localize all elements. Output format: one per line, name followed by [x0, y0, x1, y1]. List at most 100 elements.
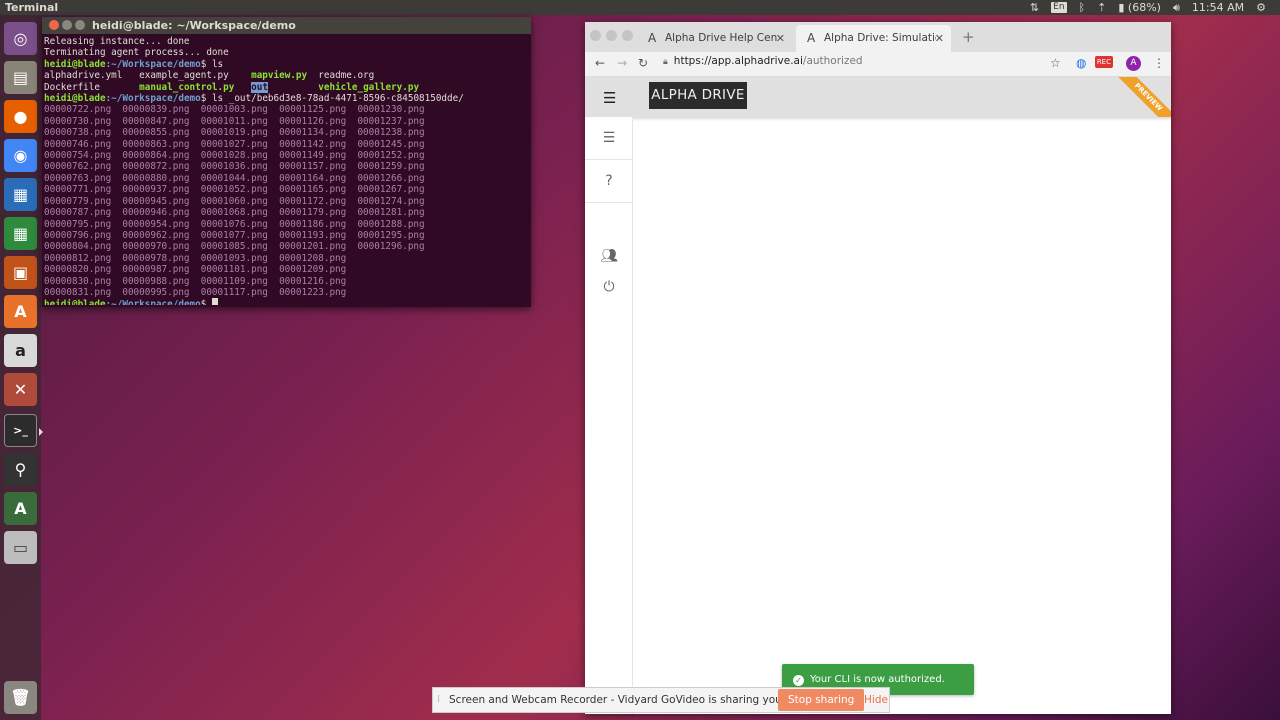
libreoffice-writer-icon[interactable]: ▦ [4, 178, 37, 211]
maximize-icon[interactable] [622, 30, 633, 41]
drag-handle-icon[interactable]: ⁞ [437, 688, 440, 712]
rail-divider [585, 202, 632, 203]
terminal-titlebar[interactable]: heidi@blade: ~/Workspace/demo [42, 17, 531, 34]
menu-kebab-icon[interactable]: ⋮ [1153, 56, 1165, 70]
terminal-output[interactable]: Releasing instance... done Terminating ag… [44, 36, 528, 305]
file-entry: alphadrive.yml [44, 70, 140, 82]
terminal-line: 00000754.png 00000864.png 00001028.png 0… [44, 150, 528, 161]
hide-button[interactable]: Hide [864, 688, 888, 712]
power-icon[interactable]: ⏻ [597, 279, 621, 295]
terminal-line: heidi@blade:~/Workspace/demo$ ls _out/be… [44, 93, 528, 104]
people-icon[interactable]: 👥︎ [597, 248, 621, 264]
command-text: ls _out/beb6d3e8-78ad-4471-8596-c8450815… [206, 93, 464, 105]
back-icon[interactable]: ← [595, 56, 605, 70]
terminal-icon[interactable]: >_ [4, 414, 37, 447]
maximize-icon[interactable] [75, 20, 85, 30]
list-icon[interactable]: ☰ [597, 130, 621, 146]
stop-sharing-button[interactable]: Stop sharing [778, 689, 865, 711]
check-icon: ✓ [793, 675, 804, 686]
system-settings-icon[interactable]: ✕ [4, 373, 37, 406]
indicator-area: ⇅ En ᛒ ⇡ ▮ (68%) 🔊︎ 11:54 AM ⚙ [1030, 0, 1266, 15]
terminal-line: 00000722.png 00000839.png 00001003.png 0… [44, 104, 528, 115]
terminal-window[interactable]: heidi@blade: ~/Workspace/demo Releasing … [42, 17, 531, 307]
png-listing-row: 00000746.png 00000863.png 00001027.png 0… [44, 138, 425, 150]
file-entry: example_agent.py [139, 70, 252, 82]
hamburger-menu-icon[interactable]: ☰ [603, 89, 616, 107]
terminal-line: 00000771.png 00000937.png 00001052.png 0… [44, 184, 528, 195]
keyboard-indicator[interactable]: En [1051, 2, 1067, 13]
terminal-line: alphadrive.yml example_agent.py mapview.… [44, 70, 528, 81]
dropbox-icon[interactable]: ⇅ [1030, 0, 1039, 15]
app-logo[interactable]: ALPHA DRIVE [649, 82, 747, 109]
png-listing-row: 00000830.png 00000988.png 00001109.png 0… [44, 275, 347, 287]
toast-message: Your CLI is now authorized. [810, 674, 945, 685]
battery-percent: (68%) [1127, 1, 1161, 14]
terminal-line: heidi@blade:~/Workspace/demo$ [44, 298, 528, 305]
png-listing-row: 00000730.png 00000847.png 00001011.png 0… [44, 115, 425, 127]
settings-gear-icon[interactable]: ⚙ [1256, 0, 1266, 15]
rec-extension-icon[interactable]: REC [1094, 56, 1113, 68]
png-listing-row: 00000812.png 00000978.png 00001093.png 0… [44, 252, 347, 264]
file-entry: readme.org [318, 70, 375, 82]
terminal-line: 00000787.png 00000946.png 00001068.png 0… [44, 207, 528, 218]
clock[interactable]: 11:54 AM [1192, 0, 1244, 15]
profile-avatar[interactable]: A [1126, 56, 1141, 71]
terminal-line: 00000820.png 00000987.png 00001101.png 0… [44, 264, 528, 275]
amazon-icon[interactable]: a [4, 334, 37, 367]
battery-indicator[interactable]: ▮ (68%) [1118, 0, 1161, 15]
terminal-line: Releasing instance... done [44, 36, 528, 47]
close-icon[interactable] [49, 20, 59, 30]
new-tab-icon[interactable]: + [962, 28, 975, 46]
wifi-icon[interactable]: ⇡ [1097, 0, 1106, 15]
terminal-line: Terminating agent process... done [44, 47, 528, 58]
launcher: ◎ ▤ ● ◉ ▦ ▦ ▣ A a ✕ >_ ⚲ A ▭ 🗑︎ [0, 15, 41, 720]
browser-window[interactable]: A Alpha Drive Help Center ✕ A Alpha Driv… [585, 22, 1171, 714]
firefox-icon[interactable]: ● [4, 100, 37, 133]
prompt-user: heidi@blade [44, 299, 106, 305]
chrome-icon[interactable]: ◉ [4, 139, 37, 172]
url-path: /authorized [802, 55, 863, 67]
minimize-icon[interactable] [606, 30, 617, 41]
ubuntu-dash-icon[interactable]: ◎ [4, 22, 37, 55]
trash-icon[interactable]: 🗑︎ [4, 681, 37, 714]
prompt-user: heidi@blade [44, 93, 106, 105]
bluetooth-icon[interactable]: ᛒ [1079, 0, 1086, 15]
tab-close-icon[interactable]: ✕ [776, 25, 785, 52]
drive-icon[interactable]: ▭ [4, 531, 37, 564]
terminal-line: heidi@blade:~/Workspace/demo$ ls [44, 59, 528, 70]
libreoffice-impress-icon[interactable]: ▣ [4, 256, 37, 289]
minimize-icon[interactable] [62, 20, 72, 30]
png-listing-row: 00000771.png 00000937.png 00001052.png 0… [44, 184, 425, 196]
extension-icon[interactable]: ◍ [1076, 56, 1086, 70]
help-icon[interactable]: ? [597, 173, 621, 189]
side-rail: ☰ ? 👥︎ ⏻ [585, 117, 633, 714]
reload-icon[interactable]: ↻ [638, 56, 648, 70]
terminal-line: 00000762.png 00000872.png 00001036.png 0… [44, 161, 528, 172]
directory-entry: out [251, 81, 268, 93]
tab-simulation[interactable]: A Alpha Drive: Simulation a ✕ [796, 25, 951, 52]
url-host: https://app.alphadrive.ai [673, 55, 803, 67]
address-bar[interactable]: 🔒︎ https://app.alphadrive.ai/authorized [663, 55, 863, 67]
output-text: Releasing instance... done [44, 36, 190, 47]
software-center-icon[interactable]: A [4, 295, 37, 328]
terminal-line: 00000830.png 00000988.png 00001109.png 0… [44, 276, 528, 287]
libreoffice-calc-icon[interactable]: ▦ [4, 217, 37, 250]
bookmark-star-icon[interactable]: ☆ [1050, 56, 1061, 70]
files-icon[interactable]: ▤ [4, 61, 37, 94]
tab-help-center[interactable]: A Alpha Drive Help Center ✕ [637, 25, 792, 52]
app-header: ☰ ALPHA DRIVE PREVIEW [585, 77, 1171, 117]
png-listing-row: 00000763.png 00000880.png 00001044.png 0… [44, 172, 425, 184]
prompt-path: :~/Workspace/demo [105, 58, 201, 70]
forward-icon[interactable]: → [617, 56, 627, 70]
volume-icon[interactable]: 🔊︎ [1173, 0, 1180, 15]
software-updater-icon[interactable]: A [4, 492, 37, 525]
prompt-symbol: $ [200, 299, 207, 305]
terminal-line: 00000831.png 00000995.png 00001117.png 0… [44, 287, 528, 298]
terminal-line: 00000763.png 00000880.png 00001044.png 0… [44, 173, 528, 184]
close-icon[interactable] [590, 30, 601, 41]
ejecter-icon[interactable]: ⚲ [4, 453, 37, 486]
terminal-line: 00000795.png 00000954.png 00001076.png 0… [44, 219, 528, 230]
tab-close-icon[interactable]: ✕ [935, 25, 944, 52]
screen-share-bar: ⁞ Screen and Webcam Recorder - Vidyard G… [432, 687, 890, 713]
